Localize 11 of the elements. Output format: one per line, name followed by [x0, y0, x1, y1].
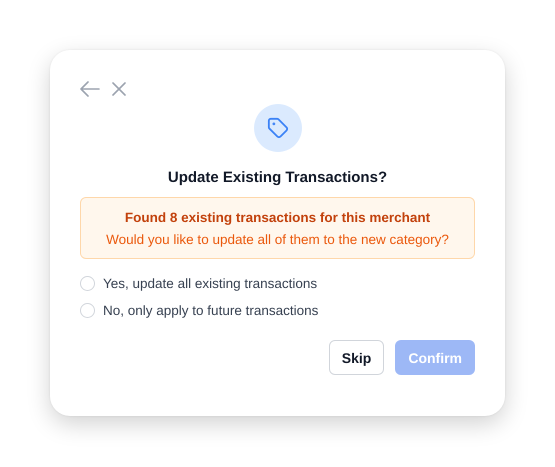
- tag-icon: [254, 104, 302, 152]
- close-icon[interactable]: [112, 82, 126, 96]
- notice-headline: Found 8 existing transactions for this merchant: [124, 210, 430, 225]
- back-icon[interactable]: [80, 81, 100, 97]
- notice-question: Would you like to update all of them to the new category?: [106, 232, 449, 247]
- option-label[interactable]: Yes, update all existing transactions: [103, 276, 318, 291]
- option-label[interactable]: No, only apply to future transactions: [103, 303, 318, 318]
- skip-button[interactable]: Skip: [328, 340, 384, 375]
- radio-button[interactable]: [80, 303, 95, 318]
- dialog-title: Update Existing Transactions?: [166, 169, 388, 186]
- radio-button[interactable]: [80, 276, 95, 291]
